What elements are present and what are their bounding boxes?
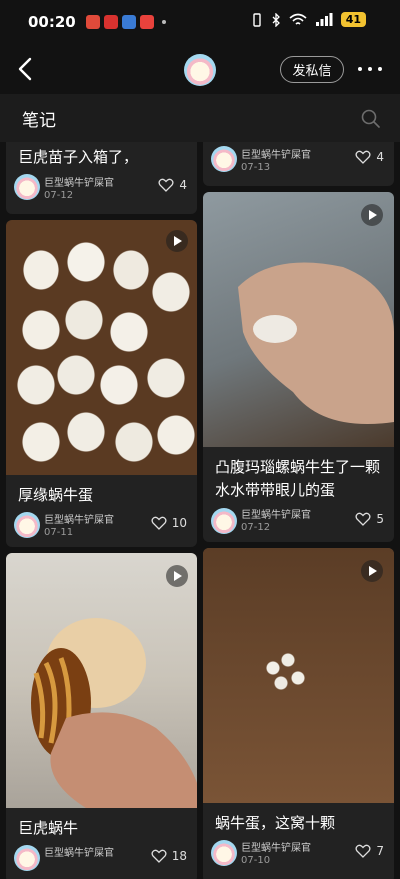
battery-indicator: 41 — [340, 12, 366, 27]
like-button[interactable]: 7 — [355, 844, 384, 858]
heart-icon — [355, 150, 371, 164]
author-name: 巨型蜗牛铲屎官 — [241, 510, 311, 521]
note-card[interactable]: 凸腹玛瑙螺蜗牛生了一颗水水带带眼儿的蛋 巨型蜗牛铲屎官 07-12 5 — [203, 192, 394, 542]
play-icon — [361, 204, 383, 226]
profile-header: 发私信 — [0, 44, 400, 94]
note-card[interactable]: 厚缘蜗牛蛋 巨型蜗牛铲屎官 07-11 10 — [6, 220, 197, 547]
note-cover-image[interactable] — [6, 553, 197, 808]
note-card[interactable]: 巨虎蜗牛 巨型蜗牛铲屎官 18 — [6, 553, 197, 879]
like-count: 4 — [179, 178, 187, 192]
like-button[interactable]: 10 — [151, 516, 187, 530]
weibo-icon — [85, 15, 100, 29]
note-cover-image[interactable] — [203, 548, 394, 803]
vibrate-icon — [252, 12, 261, 27]
note-date: 07-13 — [241, 162, 271, 173]
like-button[interactable]: 4 — [355, 150, 384, 164]
note-title: 厚缘蜗牛蛋 — [18, 486, 94, 504]
author-avatar — [211, 146, 237, 172]
note-card[interactable]: 蜗牛蛋，这窝十颗 巨型蜗牛铲屎官 07-10 7 — [203, 548, 394, 879]
note-date: 07-12 — [241, 522, 271, 533]
author-avatar — [14, 845, 40, 871]
author-avatar — [14, 174, 40, 200]
like-count: 4 — [376, 150, 384, 164]
like-count: 5 — [376, 512, 384, 526]
author-avatar — [14, 512, 40, 538]
send-message-button[interactable]: 发私信 — [280, 56, 344, 83]
heart-icon — [355, 512, 371, 526]
heart-icon — [151, 516, 167, 530]
like-count: 10 — [171, 516, 187, 530]
author-name: 巨型蜗牛铲屎官 — [44, 515, 114, 526]
notification-dot-icon — [161, 20, 166, 24]
note-title: 蜗牛蛋，这窝十颗 — [215, 814, 336, 832]
notes-section-bar: 笔记 — [0, 94, 400, 142]
note-cover-image[interactable] — [6, 220, 197, 475]
note-date: 07-11 — [44, 527, 74, 538]
note-cover-image[interactable] — [203, 192, 394, 447]
section-title[interactable]: 笔记 — [22, 106, 56, 131]
note-title: 巨虎苗子入箱了， — [18, 148, 139, 166]
bluetooth-icon — [272, 12, 280, 27]
author-avatar — [211, 508, 237, 534]
news-app-icon — [103, 15, 118, 29]
like-button[interactable]: 4 — [158, 178, 187, 192]
browser-app-icon — [121, 15, 136, 29]
note-card[interactable]: 巨虎苗子入箱了， 巨型蜗牛铲屎官 07-12 4 — [6, 142, 197, 214]
heart-icon — [151, 849, 167, 863]
play-icon — [166, 230, 188, 252]
like-count: 18 — [171, 849, 187, 863]
status-bar: 00:20 41 — [0, 0, 400, 44]
like-button[interactable]: 5 — [355, 512, 384, 526]
note-date: 07-10 — [241, 855, 271, 866]
shop-app-icon — [139, 15, 154, 29]
search-icon[interactable] — [361, 109, 381, 129]
status-app-icons — [85, 15, 166, 29]
heart-icon — [355, 844, 371, 858]
author-avatar — [211, 840, 237, 866]
heart-icon — [158, 178, 174, 192]
note-card[interactable]: 巨型蜗牛铲屎官 07-13 4 — [203, 142, 394, 186]
notes-feed[interactable]: 巨虎苗子入箱了， 巨型蜗牛铲屎官 07-12 4 巨型蜗牛铲屎官 07-13 4… — [0, 142, 400, 879]
note-date: 07-12 — [44, 190, 74, 201]
note-title: 巨虎蜗牛 — [18, 819, 79, 837]
avatar[interactable] — [184, 54, 216, 86]
status-indicators: 41 — [251, 12, 366, 27]
back-button[interactable] — [16, 56, 36, 82]
author-name: 巨型蜗牛铲屎官 — [44, 848, 114, 859]
play-icon — [166, 565, 188, 587]
cellular-signal-icon — [315, 12, 333, 26]
more-dots-icon[interactable] — [358, 60, 382, 78]
thumb-egg-photo — [238, 262, 394, 424]
like-count: 7 — [376, 844, 384, 858]
play-icon — [361, 560, 383, 582]
wifi-icon — [289, 13, 307, 25]
author-name: 巨型蜗牛铲屎官 — [44, 178, 114, 189]
snail-photo — [31, 618, 197, 808]
like-button[interactable]: 18 — [151, 849, 187, 863]
status-time: 00:20 — [28, 13, 76, 31]
author-name: 巨型蜗牛铲屎官 — [241, 843, 311, 854]
note-title: 凸腹玛瑙螺蜗牛生了一颗水水带带眼儿的蛋 — [215, 458, 381, 499]
author-name: 巨型蜗牛铲屎官 — [241, 150, 311, 161]
back-arrow-icon — [18, 57, 32, 81]
